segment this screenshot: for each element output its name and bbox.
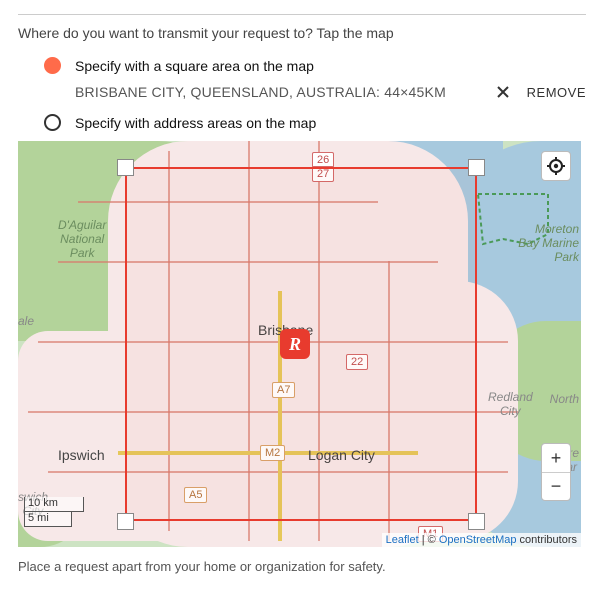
osm-link[interactable]: OpenStreetMap: [439, 534, 517, 546]
scale-km: 10 km: [24, 497, 84, 512]
map-attribution: Leaflet | © OpenStreetMap contributors: [382, 533, 581, 547]
label-daguilar-park: D'Aguilar National Park: [58, 219, 106, 260]
option-address-areas-label: Specify with address areas on the map: [75, 115, 316, 131]
option-square-area-label: Specify with a square area on the map: [75, 58, 314, 74]
scale-bar: 10 km 5 mi: [24, 497, 84, 527]
map[interactable]: D'Aguilar National Park Moreton Bay Mari…: [18, 141, 581, 547]
resize-handle-nw[interactable]: [117, 159, 134, 176]
label-moreton: Moreton Bay Marine Park: [518, 223, 579, 264]
resize-handle-ne[interactable]: [468, 159, 485, 176]
label-redland: Redland City: [488, 391, 533, 419]
close-icon[interactable]: [495, 84, 511, 100]
helper-text: Place a request apart from your home or …: [18, 559, 586, 574]
label-north: North: [550, 393, 579, 407]
radio-selected-icon: [44, 57, 61, 74]
zoom-control: + −: [541, 443, 571, 501]
label-ale: ale: [18, 315, 34, 329]
resize-handle-se[interactable]: [468, 513, 485, 530]
option-square-area[interactable]: Specify with a square area on the map: [18, 53, 586, 78]
prompt-question: Where do you want to transmit your reque…: [18, 25, 586, 41]
resize-handle-sw[interactable]: [117, 513, 134, 530]
option-address-areas[interactable]: Specify with address areas on the map: [18, 110, 586, 135]
locate-button[interactable]: [541, 151, 571, 181]
scale-mi: 5 mi: [24, 512, 72, 527]
zoom-out-button[interactable]: −: [542, 472, 570, 500]
map-pin[interactable]: R: [280, 329, 310, 359]
zoom-in-button[interactable]: +: [542, 444, 570, 472]
remove-button[interactable]: REMOVE: [527, 85, 586, 100]
selected-area-description: BRISBANE CITY, QUEENSLAND, AUSTRALIA: 44…: [75, 84, 446, 100]
locate-icon: [546, 156, 566, 176]
selected-area-row: BRISBANE CITY, QUEENSLAND, AUSTRALIA: 44…: [18, 78, 586, 110]
radio-empty-icon: [44, 114, 61, 131]
label-ipswich: Ipswich: [58, 447, 105, 463]
leaflet-link[interactable]: Leaflet: [386, 534, 419, 546]
